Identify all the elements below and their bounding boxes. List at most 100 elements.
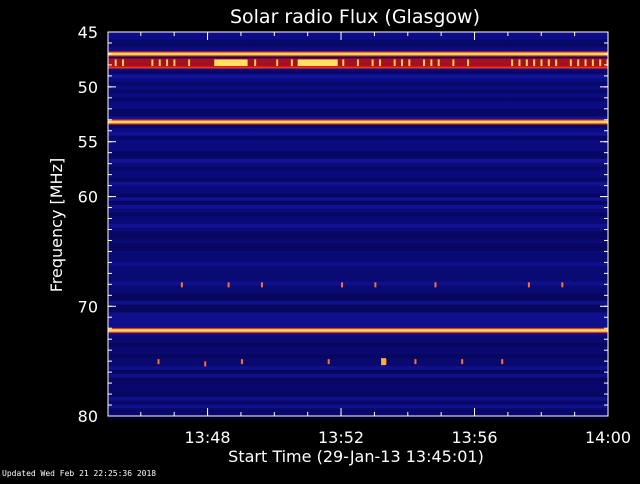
emission-spike [204, 361, 207, 367]
emission-spike [527, 282, 530, 288]
burst-mark [467, 59, 470, 67]
intensity-band [108, 304, 608, 309]
intensity-band [108, 392, 608, 397]
burst-mark [122, 59, 125, 67]
intensity-band [108, 97, 608, 102]
burst-mark [584, 59, 587, 67]
burst-mark [555, 59, 558, 67]
y-axis-label: Frequency [MHz] [47, 158, 66, 292]
emission-spike [260, 282, 263, 288]
burst-mark [393, 59, 396, 67]
burst-mark [452, 59, 455, 67]
burst-mark [423, 59, 426, 67]
emission-spike [501, 359, 504, 365]
emission-spike [561, 282, 564, 288]
intensity-band [108, 343, 608, 347]
intensity-band [108, 296, 608, 301]
strong-band-edge [108, 66, 608, 69]
burst-mark [533, 59, 536, 67]
intensity-band [108, 224, 608, 228]
intensity-band [108, 231, 608, 236]
intensity-band [108, 124, 608, 128]
burst-mark [151, 59, 154, 67]
intensity-band [108, 373, 608, 378]
intensity-band [108, 316, 608, 320]
intensity-band [108, 281, 608, 286]
x-tick-label: 13:48 [184, 428, 230, 447]
burst-mark [356, 59, 359, 67]
burst-block [297, 59, 338, 67]
interference-line [108, 52, 608, 56]
x-tick-label: 13:56 [451, 428, 497, 447]
burst-mark [254, 59, 257, 67]
spectrogram-chart: Solar radio Flux (Glasgow) 455055607080 … [47, 6, 631, 466]
burst-mark [591, 59, 594, 67]
intensity-band [108, 320, 608, 324]
intensity-band [108, 235, 608, 240]
intensity-band [108, 243, 608, 248]
y-tick-label: 80 [78, 407, 98, 426]
intensity-band [108, 154, 608, 159]
intensity-band [108, 177, 608, 182]
intensity-band [108, 39, 608, 44]
emission-spike [461, 359, 464, 365]
interference-line [108, 329, 608, 332]
intensity-band [108, 312, 608, 317]
y-tick-label: 70 [78, 297, 98, 316]
y-tick-label: 60 [78, 188, 98, 207]
emission-spike [414, 359, 417, 365]
intensity-band [108, 416, 608, 420]
burst-mark [371, 59, 374, 67]
intensity-band [108, 262, 608, 267]
burst-mark [547, 59, 550, 67]
intensity-band [108, 89, 608, 94]
interference-line [108, 120, 608, 124]
chart-title: Solar radio Flux (Glasgow) [230, 6, 480, 28]
burst-mark [540, 59, 543, 67]
emission-spike [157, 359, 160, 365]
intensity-band [108, 293, 608, 297]
burst-mark [276, 59, 279, 67]
intensity-band [108, 43, 608, 48]
intensity-band [108, 193, 608, 198]
y-tick-label: 45 [78, 23, 98, 42]
updated-timestamp: Updated Wed Feb 21 22:25:36 2018 [2, 469, 157, 478]
emission-spike [240, 359, 243, 365]
x-tick-label: 13:52 [318, 428, 364, 447]
intensity-band [108, 377, 608, 382]
intensity-band [108, 151, 608, 155]
y-tick-label: 55 [78, 133, 98, 152]
burst-mark [437, 59, 440, 67]
intensity-band [108, 366, 608, 370]
emission-spike [227, 282, 230, 288]
burst-mark [400, 59, 403, 67]
intensity-band [108, 354, 608, 359]
plot-area [107, 31, 609, 420]
x-tick-label: 14:00 [585, 428, 631, 447]
intensity-band [108, 300, 608, 305]
intensity-band [108, 158, 608, 163]
emission-spike [374, 282, 377, 288]
emission-spike [180, 282, 183, 288]
burst-mark [166, 59, 169, 67]
y-tick-label: 50 [78, 78, 98, 97]
intensity-band [108, 197, 608, 201]
intensity-band [108, 74, 608, 79]
burst-mark [577, 59, 580, 67]
intensity-band [108, 369, 608, 374]
x-axis-label: Start Time (29-Jan-13 13:45:01) [228, 447, 484, 466]
intensity-band [108, 108, 608, 113]
burst-mark [518, 59, 521, 67]
burst-mark [114, 59, 117, 67]
burst-mark [525, 59, 528, 67]
burst-mark [569, 59, 572, 67]
intensity-band [108, 70, 608, 75]
burst-mark [342, 59, 345, 67]
intensity-band [108, 323, 608, 328]
intensity-band [108, 247, 608, 251]
emission-spike [434, 282, 437, 288]
emission-spike [341, 282, 344, 288]
intensity-band [108, 166, 608, 171]
intensity-band [108, 404, 608, 409]
burst-mark [599, 59, 602, 67]
